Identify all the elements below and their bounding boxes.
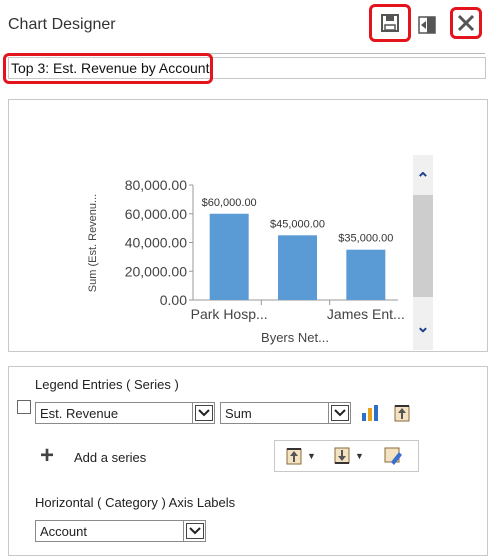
aggregate-select[interactable]: Sum bbox=[220, 402, 351, 424]
chevron-down-icon[interactable] bbox=[328, 403, 350, 423]
move-down-dropdown-icon[interactable]: ▼ bbox=[355, 451, 364, 461]
series-select[interactable]: Est. Revenue bbox=[35, 402, 215, 424]
legend-entries-label: Legend Entries ( Series ) bbox=[35, 377, 179, 392]
close-button[interactable] bbox=[450, 7, 482, 39]
scroll-thumb[interactable] bbox=[413, 195, 433, 297]
edit-icon bbox=[384, 447, 402, 465]
scroll-down-icon[interactable]: ⌄ bbox=[413, 317, 433, 337]
chevron-down-icon[interactable] bbox=[192, 403, 214, 423]
close-icon bbox=[457, 14, 475, 32]
add-series-link[interactable]: Add a series bbox=[74, 450, 146, 465]
category-select[interactable]: Account bbox=[35, 520, 206, 542]
move-up-button[interactable] bbox=[283, 445, 305, 467]
move-series-up-button[interactable] bbox=[391, 402, 413, 424]
chart-scrollbar[interactable]: ⌃ ⌄ bbox=[413, 155, 433, 350]
move-up-icon bbox=[394, 405, 410, 422]
dock-icon bbox=[418, 16, 436, 34]
edit-series-button[interactable] bbox=[382, 445, 404, 467]
category-axis-label: Horizontal ( Category ) Axis Labels bbox=[35, 495, 236, 510]
scroll-up-icon[interactable]: ⌃ bbox=[413, 169, 433, 189]
category-select-value: Account bbox=[40, 524, 87, 539]
add-icon[interactable]: + bbox=[40, 444, 54, 468]
chart-name-value[interactable]: Top 3: Est. Revenue by Account bbox=[11, 60, 209, 76]
series-checkbox[interactable] bbox=[17, 400, 31, 414]
series-select-value: Est. Revenue bbox=[40, 406, 119, 421]
chart-type-button[interactable] bbox=[359, 402, 381, 424]
save-button[interactable] bbox=[369, 4, 411, 42]
window-title: Chart Designer bbox=[8, 16, 116, 33]
move-up-icon bbox=[286, 448, 302, 465]
save-icon bbox=[381, 14, 399, 32]
bar-chart-icon bbox=[362, 405, 378, 421]
move-down-icon bbox=[334, 447, 350, 464]
move-up-dropdown-icon[interactable]: ▼ bbox=[307, 451, 316, 461]
aggregate-select-value: Sum bbox=[225, 406, 252, 421]
chevron-down-icon[interactable] bbox=[183, 521, 205, 541]
move-down-button[interactable] bbox=[331, 445, 353, 467]
series-toolbar: ▼ ▼ bbox=[274, 440, 419, 472]
dock-button[interactable] bbox=[412, 10, 442, 40]
